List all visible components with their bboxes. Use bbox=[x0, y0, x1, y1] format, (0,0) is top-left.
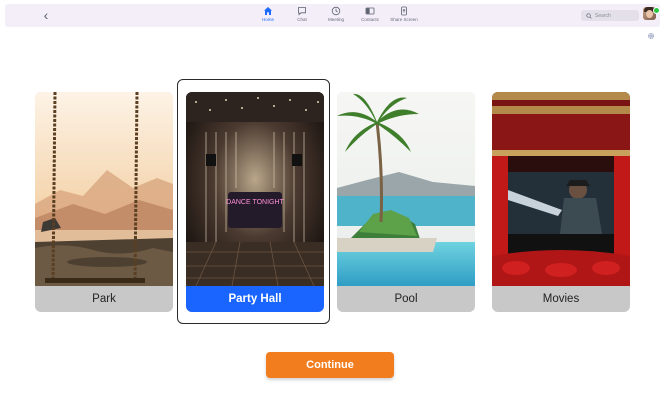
home-icon bbox=[264, 7, 272, 15]
movie-theater-image bbox=[492, 92, 630, 286]
search-input[interactable] bbox=[595, 12, 639, 19]
party-hall-image: DANCE TONIGHT bbox=[186, 92, 324, 286]
dance-tonight-sign: DANCE TONIGHT bbox=[226, 199, 284, 206]
room-card-pool[interactable]: Pool bbox=[337, 92, 475, 312]
room-label: Pool bbox=[394, 293, 418, 305]
room-label: Park bbox=[92, 293, 116, 305]
contacts-icon bbox=[365, 7, 375, 15]
nav-chat[interactable]: Chat bbox=[285, 6, 319, 26]
search-icon bbox=[586, 12, 592, 19]
nav-label: Contacts bbox=[361, 17, 379, 22]
nav-contacts[interactable]: Contacts bbox=[353, 6, 387, 26]
nav-label: Home bbox=[261, 17, 274, 22]
room-card-movies[interactable]: Movies bbox=[492, 92, 630, 312]
room-card-park[interactable]: Park bbox=[35, 92, 173, 312]
avatar-face bbox=[646, 10, 653, 18]
gear-icon[interactable] bbox=[647, 32, 655, 40]
search-box[interactable] bbox=[581, 10, 639, 21]
nav-label: Share Screen bbox=[390, 17, 418, 22]
top-bar: ‹ Home Chat Meeting Contacts Share Scree… bbox=[5, 4, 660, 27]
nav-meeting[interactable]: Meeting bbox=[319, 6, 353, 26]
nav-label: Meeting bbox=[327, 17, 344, 22]
continue-button[interactable]: Continue bbox=[266, 352, 394, 378]
clock-icon bbox=[331, 6, 341, 16]
park-swing-image bbox=[35, 92, 173, 286]
room-label: Movies bbox=[542, 293, 580, 305]
room-label: Party Hall bbox=[186, 286, 324, 312]
nav-share-screen[interactable]: Share Screen bbox=[387, 6, 421, 26]
nav-label: Chat bbox=[297, 17, 307, 22]
share-screen-icon bbox=[401, 6, 407, 16]
chat-icon bbox=[298, 7, 306, 16]
nav-home[interactable]: Home bbox=[251, 6, 285, 26]
room-card-party-hall[interactable]: DANCE TONIGHT Party Hall bbox=[186, 92, 324, 312]
pool-palm-image bbox=[337, 92, 475, 286]
main-nav: Home Chat Meeting Contacts Share Screen bbox=[251, 6, 421, 26]
back-chevron-icon[interactable]: ‹ bbox=[38, 7, 54, 23]
online-status-badge bbox=[653, 7, 660, 14]
